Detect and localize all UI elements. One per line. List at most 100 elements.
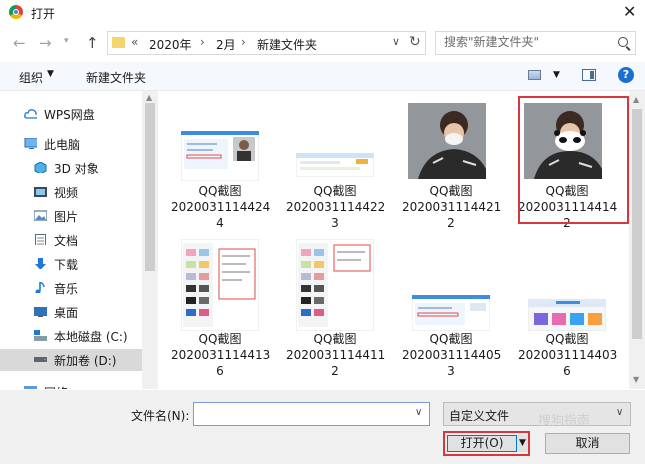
desktop-icon xyxy=(34,307,47,317)
file-name-line: 4 xyxy=(216,216,224,230)
download-icon xyxy=(35,258,46,269)
selection-highlight xyxy=(518,96,629,224)
sidebar-item-label: 桌面 xyxy=(54,306,79,320)
search-box[interactable] xyxy=(435,31,636,55)
sidebar-item-label: 视频 xyxy=(54,186,79,200)
file-name-line: QQ截图 xyxy=(429,184,473,198)
filename-label: 文件名(N): xyxy=(131,409,190,423)
chrome-icon xyxy=(9,5,23,19)
sidebar-item-label: 下载 xyxy=(54,258,79,272)
file-name-line: QQ截图 xyxy=(198,184,242,198)
sidebar-item-label: 音乐 xyxy=(54,282,79,296)
sidebar-item-label: 图片 xyxy=(54,210,79,224)
file-name: QQ截图 2020031114411 2 xyxy=(286,331,386,379)
filename-combobox[interactable]: ∨ xyxy=(193,402,430,426)
file-type-value: 自定义文件 xyxy=(449,409,510,423)
sidebar-item-label: 新加卷 (D:) xyxy=(54,354,117,368)
navigation-scrollbar[interactable]: ▲ xyxy=(142,91,158,389)
preview-pane-icon[interactable] xyxy=(582,69,596,81)
up-icon[interactable]: ↑ xyxy=(86,34,99,52)
sidebar-item-downloads[interactable]: 下载 xyxy=(0,253,158,275)
scroll-up-icon[interactable]: ▲ xyxy=(633,95,639,104)
file-name: QQ截图 2020031114403 6 xyxy=(518,331,618,379)
sidebar-item-label: 网络 xyxy=(44,384,68,389)
cancel-button[interactable]: 取消 xyxy=(545,433,630,454)
new-folder-button[interactable]: 新建文件夹 xyxy=(86,69,146,86)
pictures-icon xyxy=(34,210,47,221)
breadcrumb-item[interactable]: 新建文件夹 xyxy=(257,36,317,53)
back-icon[interactable]: ← xyxy=(13,34,26,52)
forward-icon[interactable]: → xyxy=(39,34,52,52)
content-scrollbar[interactable]: ▲ ▼ xyxy=(629,91,645,389)
file-name: QQ截图 2020031114421 2 xyxy=(402,183,502,231)
help-icon[interactable]: ? xyxy=(618,67,634,83)
chevron-right-icon[interactable]: › xyxy=(200,35,205,49)
search-icon[interactable] xyxy=(618,37,628,47)
view-icon[interactable] xyxy=(528,70,541,80)
caret-down-icon[interactable]: ▼ xyxy=(47,69,54,79)
music-icon xyxy=(35,282,45,293)
recent-icon[interactable]: ▾ xyxy=(64,36,69,46)
search-input[interactable] xyxy=(444,35,612,49)
sidebar-item-wps[interactable]: WPS网盘 xyxy=(0,103,158,125)
computer-icon xyxy=(24,138,37,149)
file-name-line: 6 xyxy=(216,364,224,378)
file-name-line: QQ截图 xyxy=(313,184,357,198)
file-thumbnail xyxy=(408,103,486,179)
close-icon[interactable]: ✕ xyxy=(623,2,636,21)
file-name-line: 2020031114403 xyxy=(518,348,618,362)
sidebar-item-label: WPS网盘 xyxy=(44,108,95,122)
sidebar-item-network[interactable]: 网络 xyxy=(0,381,158,389)
scrollbar-thumb[interactable] xyxy=(632,109,642,339)
open-button[interactable]: 打开(O) xyxy=(447,435,517,452)
file-thumbnail xyxy=(412,295,490,331)
breadcrumb-item[interactable]: 2020年 xyxy=(149,36,192,53)
address-bar[interactable]: « 2020年 › 2月 › 新建文件夹 ∨ ↻ xyxy=(107,31,426,55)
file-type-select[interactable]: 自定义文件 ∨ xyxy=(443,402,631,426)
file-name-line: 2020031114411 xyxy=(286,348,386,362)
scroll-down-icon[interactable]: ▼ xyxy=(633,375,639,384)
drive-icon xyxy=(34,357,47,362)
file-name-line: QQ截图 xyxy=(313,332,357,346)
sidebar-item-drive-c[interactable]: 本地磁盘 (C:) xyxy=(0,325,158,347)
chevron-down-icon[interactable]: ∨ xyxy=(415,407,422,418)
sidebar-item-label: 3D 对象 xyxy=(54,162,99,176)
file-name-line: 2 xyxy=(447,216,455,230)
filename-input[interactable] xyxy=(198,407,398,421)
caret-down-icon[interactable]: ▼ xyxy=(553,70,560,80)
refresh-icon[interactable]: ↻ xyxy=(409,34,421,50)
sidebar-item-desktop[interactable]: 桌面 xyxy=(0,301,158,323)
sidebar-item-videos[interactable]: 视频 xyxy=(0,181,158,203)
open-button-highlight: 打开(O) ▼ xyxy=(443,431,530,456)
file-name: QQ截图 2020031114422 3 xyxy=(286,183,385,231)
chevron-right-icon[interactable]: › xyxy=(241,35,246,49)
sidebar-item-label: 本地磁盘 (C:) xyxy=(54,330,128,344)
file-thumbnail xyxy=(296,153,374,177)
chevron-down-icon[interactable]: ∨ xyxy=(392,35,400,48)
file-name-line: 2020031114413 xyxy=(171,348,271,362)
breadcrumb-overflow[interactable]: « xyxy=(131,35,138,49)
sidebar-item-drive-d[interactable]: 新加卷 (D:) xyxy=(0,349,158,371)
file-name-line: 3 xyxy=(447,364,455,378)
scrollbar-thumb[interactable] xyxy=(145,103,155,271)
scroll-up-icon[interactable]: ▲ xyxy=(146,93,152,102)
file-name-line: 2020031114421 xyxy=(402,200,502,214)
window-title: 打开 xyxy=(31,7,56,21)
file-thumbnail xyxy=(296,239,374,331)
organize-button[interactable]: 组织 xyxy=(19,69,43,86)
breadcrumb-item[interactable]: 2月 xyxy=(216,36,236,53)
file-thumbnail xyxy=(528,299,606,331)
sidebar-item-3d[interactable]: 3D 对象 xyxy=(0,157,158,179)
sidebar-item-pictures[interactable]: 图片 xyxy=(0,205,158,227)
sidebar-item-label: 文档 xyxy=(54,234,79,248)
sidebar-item-this-pc[interactable]: 此电脑 xyxy=(0,133,158,155)
sidebar-item-documents[interactable]: 文档 xyxy=(0,229,158,251)
file-name-line: 6 xyxy=(563,364,571,378)
title-bar: 打开 ✕ xyxy=(0,0,645,27)
sidebar-item-music[interactable]: 音乐 xyxy=(0,277,158,299)
file-name-line: 2020031114405 xyxy=(402,348,502,362)
file-name-line: QQ截图 xyxy=(198,332,242,346)
chevron-down-icon[interactable]: ∨ xyxy=(616,407,623,418)
caret-down-icon[interactable]: ▼ xyxy=(517,435,528,452)
file-name: QQ截图 2020031114413 6 xyxy=(171,331,271,379)
